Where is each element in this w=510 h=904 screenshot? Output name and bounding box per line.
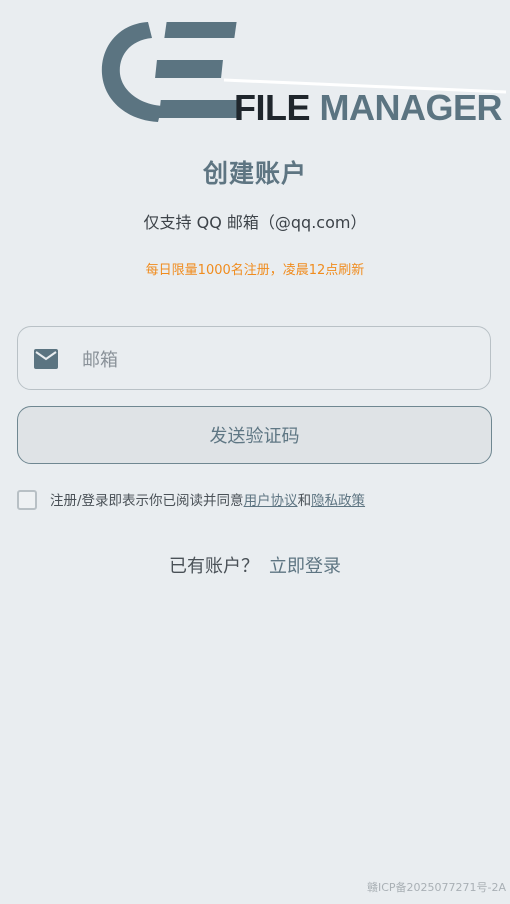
icp-license[interactable]: 赣ICP备2025077271号-2A	[367, 879, 506, 895]
agreement-conjunction: 和	[297, 493, 312, 509]
page-title: 创建账户	[202, 159, 307, 188]
privacy-policy-link[interactable]: 隐私政策	[311, 493, 365, 509]
email-input[interactable]	[80, 339, 474, 381]
agreement-checkbox[interactable]	[17, 490, 37, 510]
agreement-text: 注册/登录即表示你已阅读并同意用户协议和隐私政策	[50, 489, 365, 509]
register-page: FILE MANAGER 创建账户 仅支持 QQ 邮箱（@qq.com） 每日限…	[0, 0, 510, 904]
login-prompt: 已有账户？ 立即登录	[0, 552, 510, 578]
email-field[interactable]	[17, 326, 491, 390]
login-question: 已有账户？	[169, 556, 259, 577]
page-subtitle: 仅支持 QQ 邮箱（@qq.com）	[143, 213, 367, 232]
logo-wordmark: FILE MANAGER	[234, 87, 503, 128]
logo-word-manager: MANAGER	[319, 87, 503, 128]
logo-word-file: FILE	[234, 87, 311, 128]
agreement-row: 注册/登录即表示你已阅读并同意用户协议和隐私政策	[17, 489, 497, 515]
user-agreement-link[interactable]: 用户协议	[244, 493, 298, 509]
send-code-button[interactable]: 发送验证码	[17, 406, 492, 464]
login-link[interactable]: 立即登录	[269, 556, 341, 577]
mail-icon	[34, 349, 58, 373]
app-logo: FILE MANAGER	[96, 12, 510, 132]
agreement-prefix: 注册/登录即表示你已阅读并同意	[50, 493, 244, 509]
registration-notice: 每日限量1000名注册，凌晨12点刷新	[145, 263, 365, 278]
